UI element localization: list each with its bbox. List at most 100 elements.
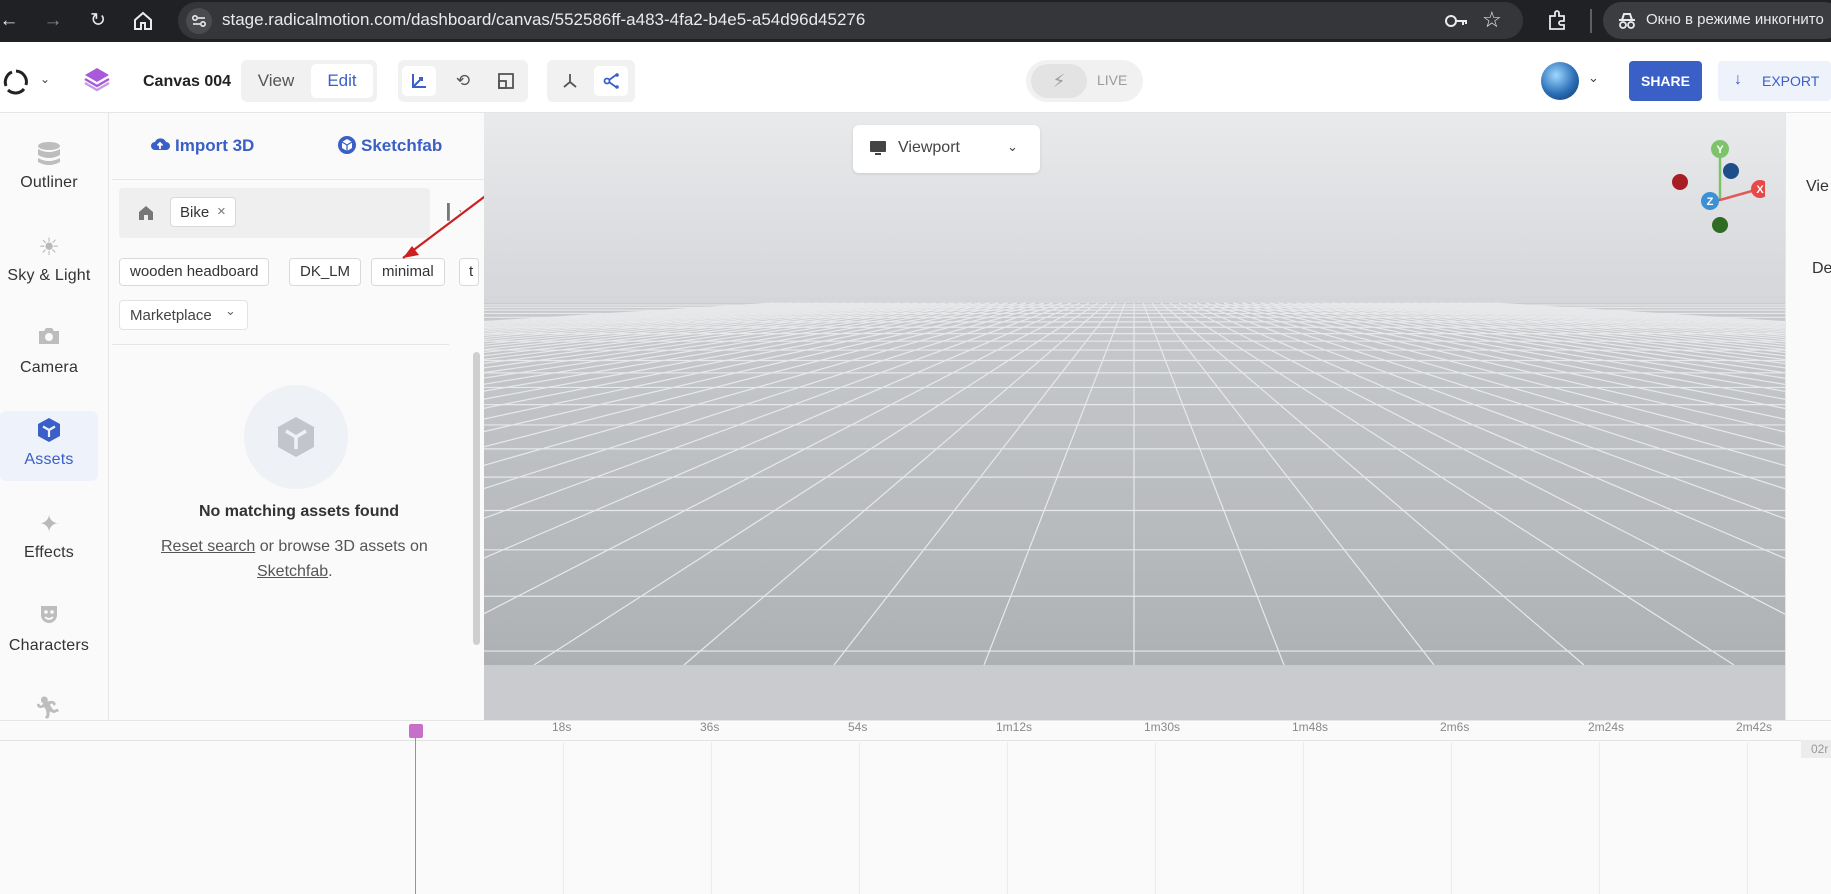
neg-y-handle[interactable]	[1712, 217, 1728, 233]
url-text[interactable]: stage.radicalmotion.com/dashboard/canvas…	[222, 10, 865, 30]
timeline-tick-label: 2m42s	[1736, 720, 1773, 734]
move-tool-icon[interactable]	[402, 66, 436, 96]
sidebar-item-outliner[interactable]: Outliner	[0, 134, 98, 206]
sidebar-item-label: Camera	[19, 359, 79, 376]
app-logo-icon[interactable]	[2, 68, 30, 96]
neg-z-handle[interactable]	[1723, 163, 1739, 179]
empty-state-line: Reset search or browse 3D assets on	[161, 538, 428, 556]
toolbar-divider	[1590, 9, 1592, 33]
mask-icon	[34, 603, 64, 633]
search-tag-label: Bike	[180, 204, 210, 221]
remove-tag-icon[interactable]: ×	[217, 203, 226, 220]
timeline-grid-line	[859, 742, 860, 894]
sidebar-item-camera[interactable]: Camera	[0, 319, 98, 391]
timeline[interactable]	[0, 720, 1831, 894]
assets-icon	[34, 417, 64, 447]
timeline-grid-line	[1155, 742, 1156, 894]
right-tab-label[interactable]: Vie	[1806, 178, 1829, 196]
lightning-icon: ⚡︎	[1031, 64, 1087, 98]
timeline-grid-line	[563, 742, 564, 894]
timeline-tick-label: 54s	[848, 720, 868, 734]
sketchfab-button[interactable]: Sketchfab	[361, 136, 442, 156]
sketchfab-link[interactable]: Sketchfab	[257, 563, 328, 580]
timeline-tick-label: 36s	[700, 720, 720, 734]
search-bar[interactable]	[119, 188, 430, 238]
local-axes-icon[interactable]	[594, 66, 628, 96]
viewport-dropdown-label: Viewport	[898, 139, 960, 156]
period-text: .	[328, 563, 333, 580]
timeline-ruler-line	[0, 740, 1831, 741]
back-icon[interactable]: ←	[0, 9, 21, 33]
export-label: EXPORT	[1762, 73, 1820, 89]
sidebar-item-effects[interactable]: ✦ Effects	[0, 504, 98, 576]
sketchfab-icon	[337, 135, 357, 155]
forward-icon[interactable]: →	[41, 9, 65, 33]
x-axis-label: X	[1756, 184, 1764, 196]
site-info-icon[interactable]	[186, 8, 212, 34]
empty-assets-icon	[274, 415, 318, 459]
z-axis-label: Z	[1707, 196, 1714, 208]
edit-mode-button[interactable]: Edit	[311, 64, 373, 98]
sidebar-item-label: Assets	[24, 451, 74, 468]
timeline-grid-line	[711, 742, 712, 894]
import-3d-button[interactable]: Import 3D	[175, 136, 254, 156]
animation-icon[interactable]: 🏃︎	[34, 695, 62, 720]
timeline-grid-line	[1747, 742, 1748, 894]
sparkle-icon: ✦	[38, 511, 60, 538]
timeline-grid-line	[1303, 742, 1304, 894]
reload-icon[interactable]: ↻	[86, 9, 110, 33]
neg-x-handle[interactable]	[1672, 174, 1688, 190]
right-tab-label-2[interactable]: De	[1812, 260, 1831, 278]
live-label: LIVE	[1097, 72, 1128, 88]
browse-text: or browse 3D assets on	[259, 538, 428, 555]
incognito-icon	[1616, 10, 1638, 32]
timeline-tick-label: 18s	[552, 720, 572, 734]
timeline-end-label: 02r	[1801, 740, 1831, 758]
layers-icon[interactable]	[83, 65, 111, 93]
3d-viewport[interactable]	[484, 113, 1785, 720]
bookmark-star-icon[interactable]: ☆	[1482, 7, 1502, 33]
filter-divider	[112, 344, 449, 345]
timeline-tick-label: 2m6s	[1440, 720, 1470, 734]
reset-search-link[interactable]: Reset search	[161, 538, 255, 555]
home-icon[interactable]	[137, 204, 155, 222]
sidebar-item-assets[interactable]: Assets	[0, 411, 98, 481]
sidebar-item-label: Characters	[8, 637, 90, 654]
chevron-down-icon: ⌄	[1007, 139, 1018, 154]
incognito-label: Окно в режиме инкогнито	[1646, 11, 1824, 28]
chevron-down-icon[interactable]: ⌄	[40, 72, 50, 86]
world-axes-icon[interactable]	[553, 66, 587, 96]
scale-tool-icon[interactable]	[489, 66, 523, 96]
timeline-grid-line	[1451, 742, 1452, 894]
panel-scrollbar[interactable]	[473, 352, 480, 645]
rotate-tool-icon[interactable]: ⟲	[446, 66, 480, 96]
playhead-line	[415, 724, 416, 894]
timeline-tick-label: 1m12s	[996, 720, 1033, 734]
avatar[interactable]	[1541, 62, 1579, 100]
right-sidebar	[1785, 113, 1831, 720]
download-icon: ↓	[1734, 71, 1742, 88]
ground-grid	[484, 113, 1785, 720]
source-filter-value: Marketplace	[130, 307, 212, 324]
avatar-chevron-icon[interactable]: ⌄	[1588, 70, 1599, 86]
timeline-tick-label: 2m24s	[1588, 720, 1625, 734]
view-mode-button[interactable]: View	[245, 64, 307, 98]
extensions-icon[interactable]	[1546, 8, 1570, 32]
timeline-tick-label: 1m48s	[1292, 720, 1329, 734]
playhead-handle[interactable]	[409, 724, 423, 738]
empty-state-line-2: Sketchfab.	[257, 563, 333, 581]
timeline-tick-label: 1m30s	[1144, 720, 1181, 734]
share-button[interactable]: SHARE	[1629, 61, 1702, 101]
sidebar-item-characters[interactable]: Characters	[0, 597, 98, 669]
key-icon[interactable]	[1443, 9, 1469, 33]
chevron-down-icon: ⌄	[225, 303, 236, 318]
sidebar-item-sky-light[interactable]: ☀ Sky & Light	[0, 227, 98, 299]
cloud-upload-icon	[150, 135, 170, 155]
sun-icon: ☀	[38, 234, 60, 261]
axis-gizmo[interactable]: Y X Z	[1665, 134, 1765, 240]
suggestion-chip[interactable]: wooden headboard	[119, 258, 270, 286]
monitor-icon	[869, 140, 887, 156]
home-icon[interactable]	[132, 10, 154, 32]
suggestion-chip[interactable]: DK_LM	[289, 258, 362, 286]
canvas-title[interactable]: Canvas 004	[143, 73, 231, 91]
